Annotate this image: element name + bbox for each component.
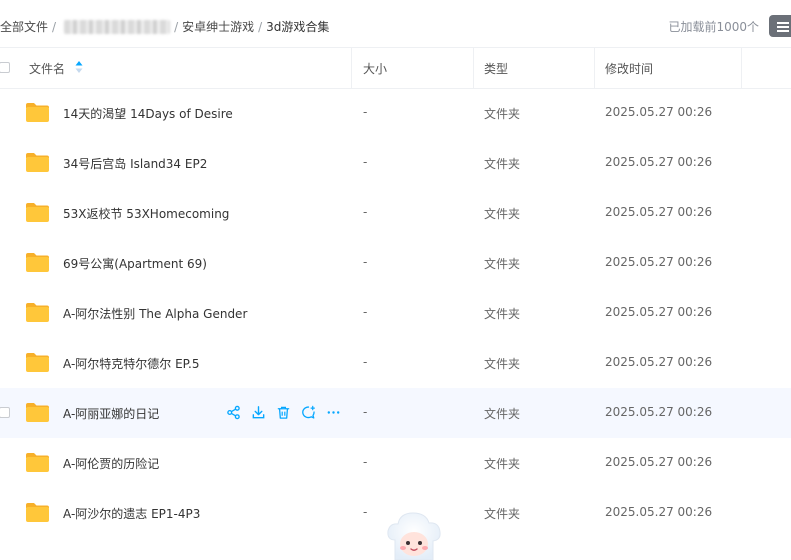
list-view-icon[interactable] <box>769 15 791 37</box>
file-type: 文件夹 <box>484 507 521 521</box>
folder-icon <box>26 503 49 522</box>
select-all-checkbox[interactable] <box>0 62 10 73</box>
file-modified: 2025.05.27 00:26 <box>605 255 713 269</box>
column-modified[interactable]: 修改时间 <box>605 60 653 77</box>
table-row[interactable]: A-阿伦贾的历险记 - 文件夹 2025.05.27 00:26 <box>0 438 791 488</box>
file-size: - <box>363 255 368 269</box>
column-name[interactable]: 文件名 <box>29 60 65 77</box>
comment-icon[interactable] <box>301 405 316 420</box>
file-list: 14天的渴望 14Days of Desire - 文件夹 2025.05.27… <box>0 88 791 538</box>
row-actions <box>226 405 341 420</box>
file-modified: 2025.05.27 00:26 <box>605 155 713 169</box>
breadcrumb-separator: / <box>174 19 179 34</box>
folder-icon <box>26 103 49 122</box>
file-name[interactable]: 14天的渴望 14Days of Desire <box>63 105 233 122</box>
folder-icon <box>26 153 49 172</box>
file-type: 文件夹 <box>484 157 521 171</box>
file-name[interactable]: A-阿尔法性别 The Alpha Gender <box>63 305 247 322</box>
file-size: - <box>363 355 368 369</box>
breadcrumb-separator: / <box>52 19 57 34</box>
file-modified: 2025.05.27 00:26 <box>605 305 713 319</box>
file-name[interactable]: A-阿伦贾的历险记 <box>63 455 159 472</box>
file-type: 文件夹 <box>484 357 521 371</box>
file-size: - <box>363 505 368 519</box>
download-icon[interactable] <box>251 405 266 420</box>
file-modified: 2025.05.27 00:26 <box>605 355 713 369</box>
file-type: 文件夹 <box>484 307 521 321</box>
file-name[interactable]: 53X返校节 53XHomecoming <box>63 205 229 222</box>
more-icon[interactable] <box>326 405 341 420</box>
file-size: - <box>363 455 368 469</box>
sort-ascending-icon[interactable] <box>75 60 83 74</box>
share-icon[interactable] <box>226 405 241 420</box>
file-name[interactable]: A-阿沙尔的遗志 EP1-4P3 <box>63 505 200 522</box>
table-row[interactable]: 69号公寓(Apartment 69) - 文件夹 2025.05.27 00:… <box>0 238 791 288</box>
folder-icon <box>26 403 49 422</box>
file-type: 文件夹 <box>484 107 521 121</box>
file-type: 文件夹 <box>484 407 521 421</box>
file-list-header: 文件名 大小 类型 修改时间 <box>0 47 791 89</box>
file-size: - <box>363 205 368 219</box>
file-type: 文件夹 <box>484 257 521 271</box>
table-row-hovered[interactable]: A-阿丽亚娜的日记 - 文件夹 2025.05.27 00:26 <box>0 388 791 438</box>
file-type: 文件夹 <box>484 207 521 221</box>
breadcrumb-separator: / <box>258 19 263 34</box>
table-row[interactable]: 34号后宫岛 Island34 EP2 - 文件夹 2025.05.27 00:… <box>0 138 791 188</box>
top-bar: 全部文件 / / 安卓绅士游戏 / 3d游戏合集 已加载前1000个 <box>0 0 791 48</box>
file-name[interactable]: 69号公寓(Apartment 69) <box>63 255 207 272</box>
folder-icon <box>26 253 49 272</box>
table-row[interactable]: A-阿尔法性别 The Alpha Gender - 文件夹 2025.05.2… <box>0 288 791 338</box>
breadcrumb-root[interactable]: 全部文件 <box>0 18 48 35</box>
file-modified: 2025.05.27 00:26 <box>605 505 713 519</box>
column-type[interactable]: 类型 <box>484 60 508 77</box>
file-size: - <box>363 155 368 169</box>
file-name[interactable]: 34号后宫岛 Island34 EP2 <box>63 155 207 172</box>
breadcrumb: 全部文件 / / 安卓绅士游戏 / 3d游戏合集 <box>0 18 329 35</box>
column-size[interactable]: 大小 <box>363 60 387 77</box>
folder-icon <box>26 453 49 472</box>
file-modified: 2025.05.27 00:26 <box>605 205 713 219</box>
table-row[interactable]: A-阿尔特克特尔德尔 EP.5 - 文件夹 2025.05.27 00:26 <box>0 338 791 388</box>
folder-icon <box>26 203 49 222</box>
trash-icon[interactable] <box>276 405 291 420</box>
folder-icon <box>26 353 49 372</box>
file-modified: 2025.05.27 00:26 <box>605 105 713 119</box>
breadcrumb-redacted <box>64 19 171 34</box>
folder-icon <box>26 303 49 322</box>
file-name[interactable]: A-阿丽亚娜的日记 <box>63 405 159 422</box>
loaded-count: 已加载前1000个 <box>668 20 759 34</box>
file-size: - <box>363 105 368 119</box>
file-name[interactable]: A-阿尔特克特尔德尔 EP.5 <box>63 355 200 372</box>
file-modified: 2025.05.27 00:26 <box>605 455 713 469</box>
breadcrumb-level2[interactable]: 安卓绅士游戏 <box>182 18 254 35</box>
table-row[interactable]: 53X返校节 53XHomecoming - 文件夹 2025.05.27 00… <box>0 188 791 238</box>
file-modified: 2025.05.27 00:26 <box>605 405 713 419</box>
file-type: 文件夹 <box>484 457 521 471</box>
file-size: - <box>363 305 368 319</box>
row-checkbox[interactable] <box>0 407 10 418</box>
breadcrumb-current: 3d游戏合集 <box>266 20 330 34</box>
file-size: - <box>363 405 368 419</box>
table-row[interactable]: 14天的渴望 14Days of Desire - 文件夹 2025.05.27… <box>0 88 791 138</box>
